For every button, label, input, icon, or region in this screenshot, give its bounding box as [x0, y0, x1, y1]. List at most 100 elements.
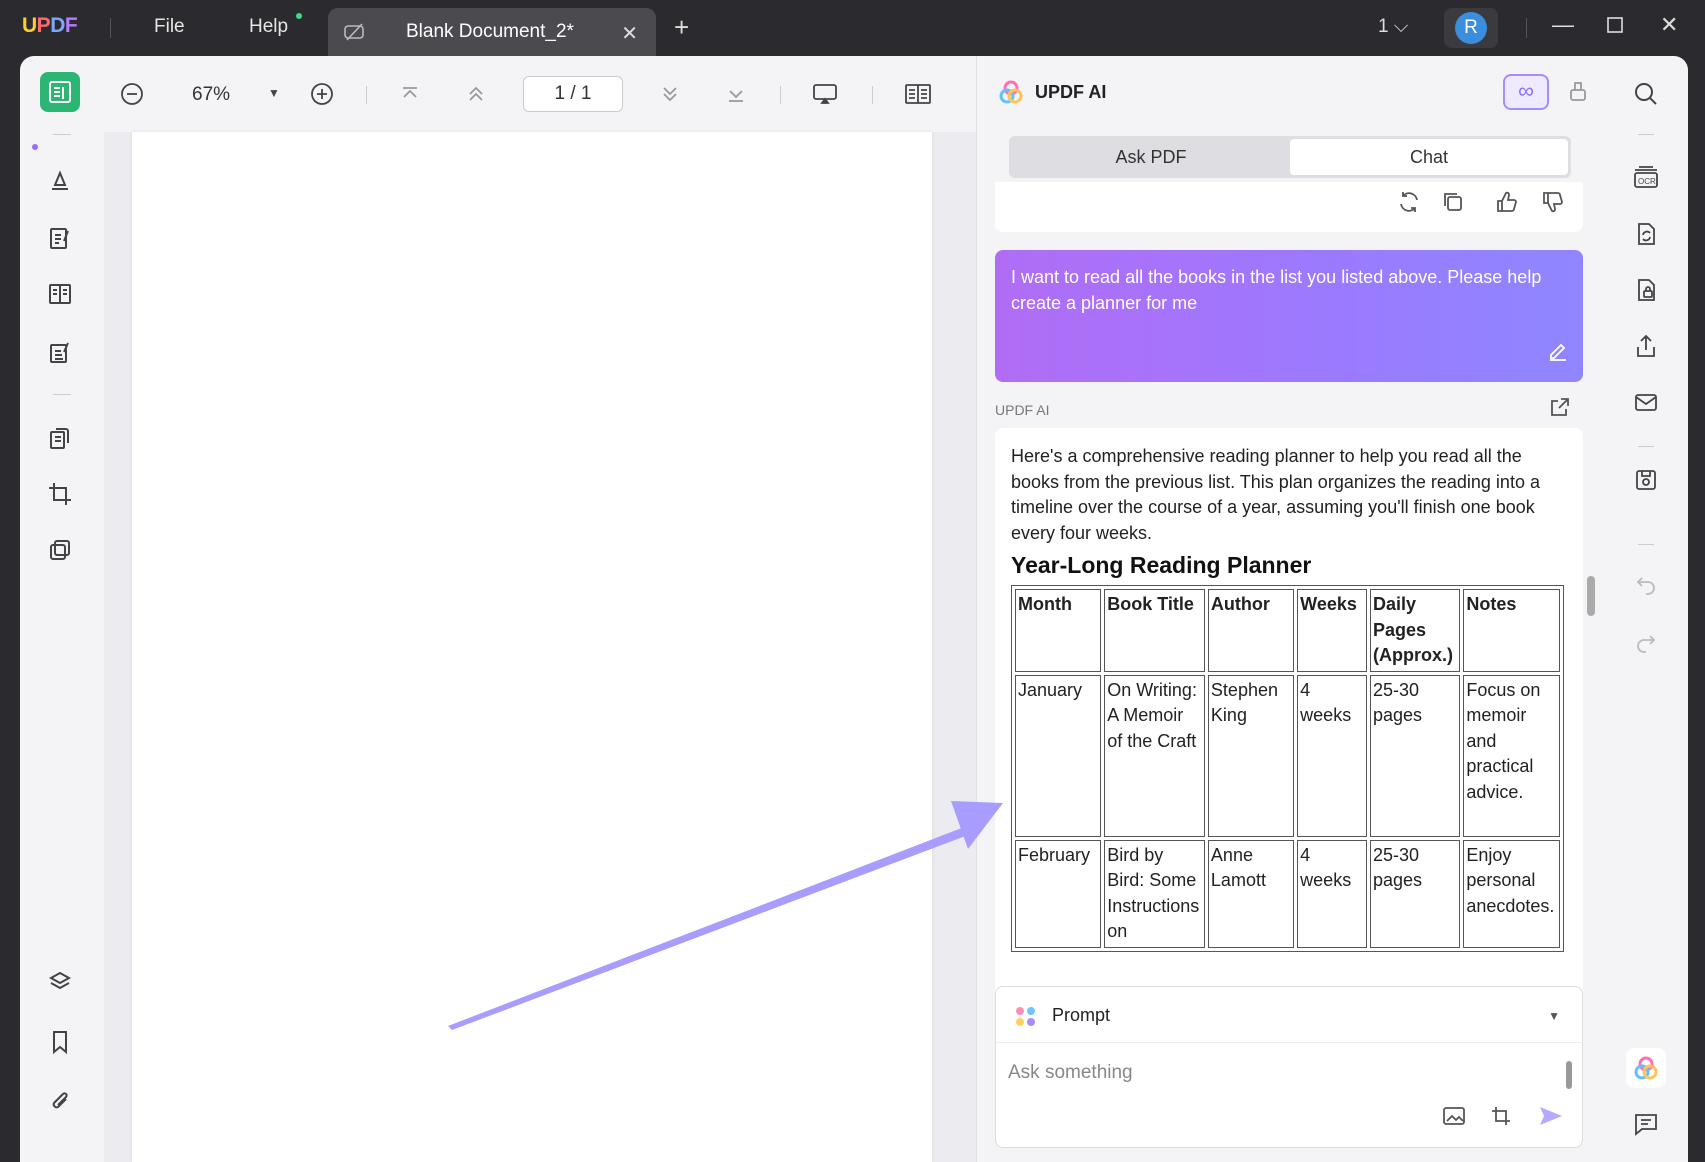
chevron-down-icon: ⌵ — [1393, 16, 1409, 37]
presentation-icon[interactable] — [812, 82, 838, 111]
document-tab[interactable]: Blank Document_2* ✕ — [328, 8, 656, 56]
last-page-icon[interactable] — [726, 82, 746, 111]
user-message-text: I want to read all the books in the list… — [1011, 267, 1542, 313]
edit-pdf-button[interactable] — [40, 218, 80, 258]
table-cell: Stephen King — [1207, 674, 1295, 837]
column-header: Month — [1015, 589, 1102, 672]
input-scrollbar[interactable] — [1566, 1061, 1572, 1089]
indicator-dot — [32, 144, 38, 150]
form-edit-icon — [50, 342, 69, 363]
minimize-icon[interactable]: — — [1552, 12, 1574, 38]
title-divider — [110, 18, 111, 38]
edit-message-icon[interactable] — [1547, 339, 1569, 368]
ask-input-box: Prompt ▼ — [995, 986, 1583, 1148]
chat-scrollbar[interactable] — [1587, 576, 1595, 616]
zoom-in-icon[interactable] — [310, 82, 334, 111]
prompt-label: Prompt — [1052, 1005, 1111, 1025]
copy-icon[interactable] — [1441, 190, 1465, 219]
next-page-icon[interactable] — [660, 82, 680, 111]
user-avatar[interactable]: R — [1444, 8, 1498, 48]
table-cell: 4 weeks — [1297, 839, 1367, 948]
previous-page-icon[interactable] — [466, 82, 486, 111]
ai-response-intro: Here's a comprehensive reading planner t… — [1011, 446, 1540, 543]
notification-dot — [296, 13, 302, 19]
tab-chat[interactable]: Chat — [1290, 139, 1568, 175]
redo-icon[interactable] — [1630, 626, 1662, 658]
email-icon[interactable] — [1630, 386, 1662, 418]
undo-icon[interactable] — [1630, 568, 1662, 600]
pin-icon[interactable] — [1567, 78, 1589, 109]
toolbar-divider — [780, 86, 781, 104]
save-icon[interactable] — [1630, 464, 1662, 496]
maximize-icon[interactable] — [1606, 14, 1624, 40]
unlimited-icon[interactable]: ∞ — [1503, 74, 1549, 110]
updf-ai-logo-icon — [999, 80, 1023, 104]
protect-icon[interactable] — [1630, 274, 1662, 306]
chevron-down-icon: ▼ — [1548, 1009, 1560, 1023]
comment-tool-button[interactable] — [40, 160, 80, 200]
bookmark-icon — [53, 1031, 67, 1055]
table-cell: Enjoy personal anecdotes. — [1463, 839, 1560, 948]
first-page-icon[interactable] — [400, 82, 420, 111]
ai-response-card: Here's a comprehensive reading planner t… — [995, 428, 1583, 1028]
reading-planner-table: Month Book Title Author Weeks Daily Page… — [1011, 585, 1564, 952]
screenshot-crop-icon[interactable] — [1490, 1105, 1514, 1132]
zoom-level[interactable]: 67% — [192, 84, 230, 106]
send-icon[interactable] — [1538, 1105, 1564, 1132]
tab-ask-pdf[interactable]: Ask PDF — [1012, 139, 1290, 175]
organize-pages-button[interactable] — [40, 418, 80, 458]
regenerate-icon[interactable] — [1397, 190, 1421, 219]
rail-divider — [1638, 446, 1654, 447]
reader-icon — [49, 81, 71, 103]
table-cell: Bird by Bird: Some Instructions on — [1104, 839, 1205, 948]
ai-response-label: UPDF AI — [995, 402, 1050, 418]
close-window-icon[interactable]: ✕ — [1660, 12, 1678, 38]
close-tab-icon[interactable]: ✕ — [621, 21, 638, 46]
search-icon[interactable] — [1630, 78, 1662, 110]
table-cell: 4 weeks — [1297, 674, 1367, 837]
zoom-out-icon[interactable] — [120, 82, 144, 111]
thumbs-up-icon[interactable] — [1495, 190, 1519, 219]
column-header: Notes — [1463, 589, 1560, 672]
crop-tool-button[interactable] — [40, 474, 80, 514]
comment-icon[interactable] — [1630, 1108, 1662, 1140]
prompt-selector[interactable]: Prompt ▼ — [996, 987, 1582, 1043]
table-cell: 25-30 pages — [1369, 839, 1461, 948]
ocr-icon[interactable]: OCR — [1630, 162, 1662, 194]
menu-help[interactable]: Help — [249, 16, 288, 38]
thumbs-down-icon[interactable] — [1541, 190, 1565, 219]
paperclip-icon — [52, 1092, 68, 1109]
toolbar-divider — [872, 86, 873, 104]
new-tab-button[interactable]: + — [674, 14, 689, 40]
rail-divider — [53, 394, 71, 395]
watermark-tool-button[interactable] — [40, 530, 80, 570]
attachment-button[interactable] — [40, 1082, 80, 1122]
table-row: February Bird by Bird: Some Instructions… — [1015, 839, 1560, 948]
form-tool-button[interactable] — [40, 332, 80, 372]
left-tool-rail — [20, 56, 104, 1162]
edit-text-icon — [50, 228, 69, 249]
page-number-input[interactable]: 1 / 1 — [523, 76, 623, 112]
updf-ai-button[interactable] — [1626, 1048, 1666, 1088]
page-organize-button[interactable] — [40, 274, 80, 314]
convert-icon[interactable] — [1630, 218, 1662, 250]
layers-button[interactable] — [40, 962, 80, 1002]
ask-something-input[interactable] — [1008, 1057, 1548, 1089]
export-icon[interactable] — [1549, 396, 1571, 423]
zoom-dropdown-icon[interactable]: ▼ — [268, 86, 280, 100]
share-icon[interactable] — [1630, 330, 1662, 362]
menu-file[interactable]: File — [154, 16, 185, 38]
page-layout-icon[interactable] — [904, 82, 932, 111]
toolbar-divider — [366, 86, 367, 104]
ai-panel-title: UPDF AI — [1035, 81, 1107, 102]
pdf-page[interactable] — [132, 132, 932, 1162]
ai-mode-switcher: Ask PDF Chat — [1009, 136, 1571, 178]
page-count-dropdown[interactable]: 1 ⌵ — [1378, 16, 1408, 38]
user-message-bubble: I want to read all the books in the list… — [995, 250, 1583, 382]
bookmark-button[interactable] — [40, 1022, 80, 1062]
reader-mode-button[interactable] — [40, 72, 80, 112]
rail-divider — [1638, 134, 1654, 135]
chat-history[interactable]: I want to read all the books in the list… — [995, 182, 1585, 1028]
image-upload-icon[interactable] — [1442, 1105, 1466, 1132]
layers-icon — [48, 971, 72, 990]
